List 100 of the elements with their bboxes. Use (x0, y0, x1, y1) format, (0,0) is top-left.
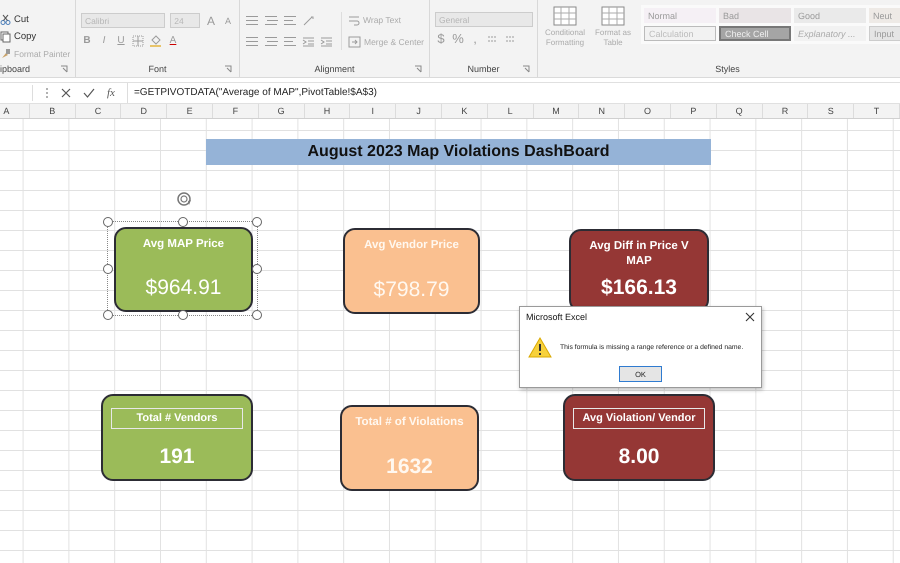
resize-handle[interactable] (178, 310, 188, 320)
more-options-icon (45, 87, 49, 99)
conditional-formatting-icon[interactable] (552, 5, 578, 27)
currency-button[interactable]: $ (435, 31, 447, 46)
column-header[interactable]: L (488, 104, 534, 118)
column-header[interactable]: E (167, 104, 213, 118)
cell-style-option[interactable]: Neut (869, 8, 900, 23)
resize-handle[interactable] (103, 264, 113, 274)
column-header[interactable]: M (534, 104, 580, 118)
align-icon[interactable] (245, 35, 259, 48)
column-header[interactable]: J (396, 104, 442, 118)
column-header[interactable]: G (258, 104, 305, 118)
card-title: Total # of Violations (354, 415, 465, 430)
column-header[interactable]: F (212, 104, 259, 118)
font-color-button[interactable]: A (167, 35, 179, 46)
resize-handle[interactable] (252, 310, 262, 320)
indent-icon[interactable] (302, 36, 315, 47)
kpi-card[interactable]: Total # of Violations 1632 (340, 405, 479, 491)
column-header[interactable]: A (0, 104, 30, 118)
column-header[interactable]: K (442, 104, 488, 118)
rotate-handle-icon[interactable] (176, 191, 192, 207)
column-header[interactable]: D (121, 104, 168, 118)
resize-handle[interactable] (103, 217, 113, 227)
kpi-card[interactable]: Avg Violation/ Vendor 8.00 (563, 394, 715, 481)
group-label: ipboard (0, 64, 30, 74)
dialog-launcher-icon[interactable] (522, 65, 530, 73)
column-header[interactable]: I (350, 104, 396, 118)
card-value: $798.79 (374, 278, 450, 302)
cell-style-option[interactable]: Normal (644, 8, 716, 23)
resize-handle[interactable] (103, 310, 113, 320)
card-value: $964.91 (146, 276, 222, 300)
wrap-text-button[interactable]: Wrap Text (348, 12, 424, 27)
italic-button[interactable]: I (98, 35, 110, 46)
align-icon[interactable] (264, 35, 278, 48)
column-header[interactable]: R (762, 104, 808, 118)
merge-icon[interactable] (348, 36, 361, 48)
percent-button[interactable]: % (452, 31, 464, 46)
column-header[interactable]: B (30, 104, 76, 118)
column-header[interactable]: P (670, 104, 717, 118)
merge-center-button[interactable]: Merge & Center (348, 34, 424, 49)
borders-icon[interactable] (132, 34, 144, 46)
column-header[interactable]: T (854, 104, 900, 118)
kpi-card[interactable]: Avg MAP Price $964.91 (114, 227, 253, 312)
wrap-text-icon[interactable] (348, 14, 360, 26)
enter-check-icon[interactable] (83, 88, 95, 98)
group-label: Styles (715, 64, 740, 74)
kpi-card[interactable]: Avg Vendor Price $798.79 (343, 228, 480, 314)
resize-handle[interactable] (252, 217, 262, 227)
insert-function-button[interactable]: fx (107, 87, 115, 99)
cell-style-option[interactable]: Input (869, 26, 900, 41)
column-header[interactable]: H (304, 104, 350, 118)
table-format-icon[interactable] (600, 5, 626, 27)
column-header[interactable]: Q (716, 104, 763, 118)
paintbrush-icon[interactable] (0, 48, 11, 59)
bold-button[interactable]: B (81, 35, 93, 46)
align-icon[interactable] (264, 14, 278, 27)
scissors-icon[interactable] (0, 14, 11, 25)
dialog-launcher-icon[interactable] (224, 65, 232, 73)
underline-button[interactable]: U (115, 35, 127, 46)
kpi-card[interactable]: Total # Vendors 191 (101, 394, 253, 481)
copy-icon[interactable] (0, 30, 11, 42)
group-label: Number (467, 64, 500, 74)
cell-style-option[interactable]: Good (794, 8, 866, 23)
card-title: Total # Vendors (111, 408, 243, 429)
text-angle-icon[interactable] (302, 14, 316, 26)
close-icon[interactable] (745, 312, 755, 322)
dialog-launcher-icon[interactable] (414, 65, 422, 73)
card-value: 8.00 (618, 445, 660, 469)
cancel-icon[interactable] (61, 88, 71, 98)
format-as-table-button[interactable]: Format as Table (591, 5, 635, 48)
formula-field[interactable]: =GETPIVOTDATA("Average of MAP",PivotTable!$A$3) (126, 83, 900, 103)
indent-icon[interactable] (320, 36, 333, 47)
card-value: $166.13 (601, 276, 677, 300)
column-header[interactable]: S (808, 104, 854, 118)
cell-style-option[interactable]: Check Cell (719, 26, 791, 41)
cut-button[interactable]: Cut (0, 12, 70, 27)
column-header[interactable]: O (625, 104, 671, 118)
align-icon[interactable] (283, 35, 297, 48)
column-header[interactable]: C (76, 104, 122, 118)
resize-handle[interactable] (252, 264, 262, 274)
dialog-launcher-icon[interactable] (60, 65, 68, 73)
resize-handle[interactable] (178, 217, 188, 227)
align-icon[interactable] (283, 14, 297, 27)
group-label: Alignment (314, 64, 355, 74)
format-painter-button[interactable]: Format Painter (0, 46, 70, 61)
cell-style-option[interactable]: Explanatory ... (794, 26, 866, 41)
comma-button[interactable]: , (469, 31, 481, 46)
fill-bucket-icon[interactable] (149, 34, 162, 47)
card-value: 191 (159, 445, 195, 469)
card-value: 1632 (386, 455, 433, 479)
column-header[interactable]: N (579, 104, 626, 118)
dashboard-title: August 2023 Map Violations DashBoard (206, 139, 711, 165)
align-icon[interactable] (245, 14, 259, 27)
cell-style-option[interactable]: Bad (719, 8, 791, 23)
shrink-font-button[interactable]: A (222, 16, 234, 26)
card-title: Avg MAP Price (142, 237, 226, 252)
copy-button[interactable]: Copy (0, 29, 70, 44)
grow-font-button[interactable]: A (205, 14, 217, 28)
card-title: Avg Violation/ Vendor (573, 408, 705, 429)
conditional-formatting-button[interactable]: Conditional Formatting (543, 5, 587, 48)
